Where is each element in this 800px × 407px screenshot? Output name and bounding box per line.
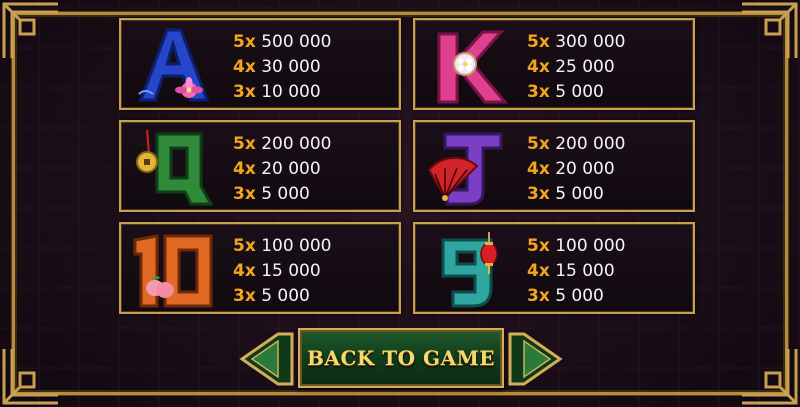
back-to-game-label: BACK TO GAME xyxy=(307,346,495,370)
paytable-panel-9: 5x 100 000 4x 15 000 3x 5 000 xyxy=(413,222,695,314)
paytable-panel-j: 5x 200 000 4x 20 000 3x 5 000 xyxy=(413,120,695,212)
pay-row: 4x 25 000 xyxy=(527,57,615,77)
pay-row: 5x 200 000 xyxy=(233,134,332,154)
letter-k-flower-icon xyxy=(421,24,511,106)
pay-row: 3x 10 000 xyxy=(233,82,321,102)
pay-row: 4x 20 000 xyxy=(233,159,321,179)
pay-row: 3x 5 000 xyxy=(233,184,310,204)
pay-row: 5x 300 000 xyxy=(527,32,626,52)
letter-q-coin-icon xyxy=(127,126,217,208)
pay-row: 4x 15 000 xyxy=(233,261,321,281)
paytable-panel-k: 5x 300 000 4x 25 000 3x 5 000 xyxy=(413,18,695,110)
pay-row: 3x 5 000 xyxy=(527,286,604,306)
pay-row: 3x 5 000 xyxy=(233,286,310,306)
corner-ornament-icon xyxy=(738,0,800,62)
pay-row: 4x 20 000 xyxy=(527,159,615,179)
pay-row: 3x 5 000 xyxy=(527,184,604,204)
number-9-lantern-icon xyxy=(421,228,511,310)
pay-row: 3x 5 000 xyxy=(527,82,604,102)
letter-j-fan-icon xyxy=(421,126,511,208)
pay-row: 4x 30 000 xyxy=(233,57,321,77)
paytable-panel-a: 5x 500 000 4x 30 000 3x 10 000 xyxy=(119,18,401,110)
arrow-left-icon[interactable] xyxy=(238,330,296,388)
pay-row: 5x 200 000 xyxy=(527,134,626,154)
paytable-panel-q: 5x 200 000 4x 20 000 3x 5 000 xyxy=(119,120,401,212)
pay-row: 5x 500 000 xyxy=(233,32,332,52)
corner-ornament-icon xyxy=(738,345,800,407)
pay-row: 5x 100 000 xyxy=(527,236,626,256)
pay-row: 4x 15 000 xyxy=(527,261,615,281)
corner-ornament-icon xyxy=(0,345,62,407)
back-to-game-button[interactable]: BACK TO GAME xyxy=(298,328,504,388)
letter-a-lotus-icon xyxy=(127,24,217,106)
pay-row: 5x 100 000 xyxy=(233,236,332,256)
number-10-peach-icon xyxy=(127,228,217,310)
corner-ornament-icon xyxy=(0,0,62,62)
paytable-panel-10: 5x 100 000 4x 15 000 3x 5 000 xyxy=(119,222,401,314)
arrow-right-icon[interactable] xyxy=(506,330,564,388)
back-to-game-control: BACK TO GAME xyxy=(238,326,564,392)
